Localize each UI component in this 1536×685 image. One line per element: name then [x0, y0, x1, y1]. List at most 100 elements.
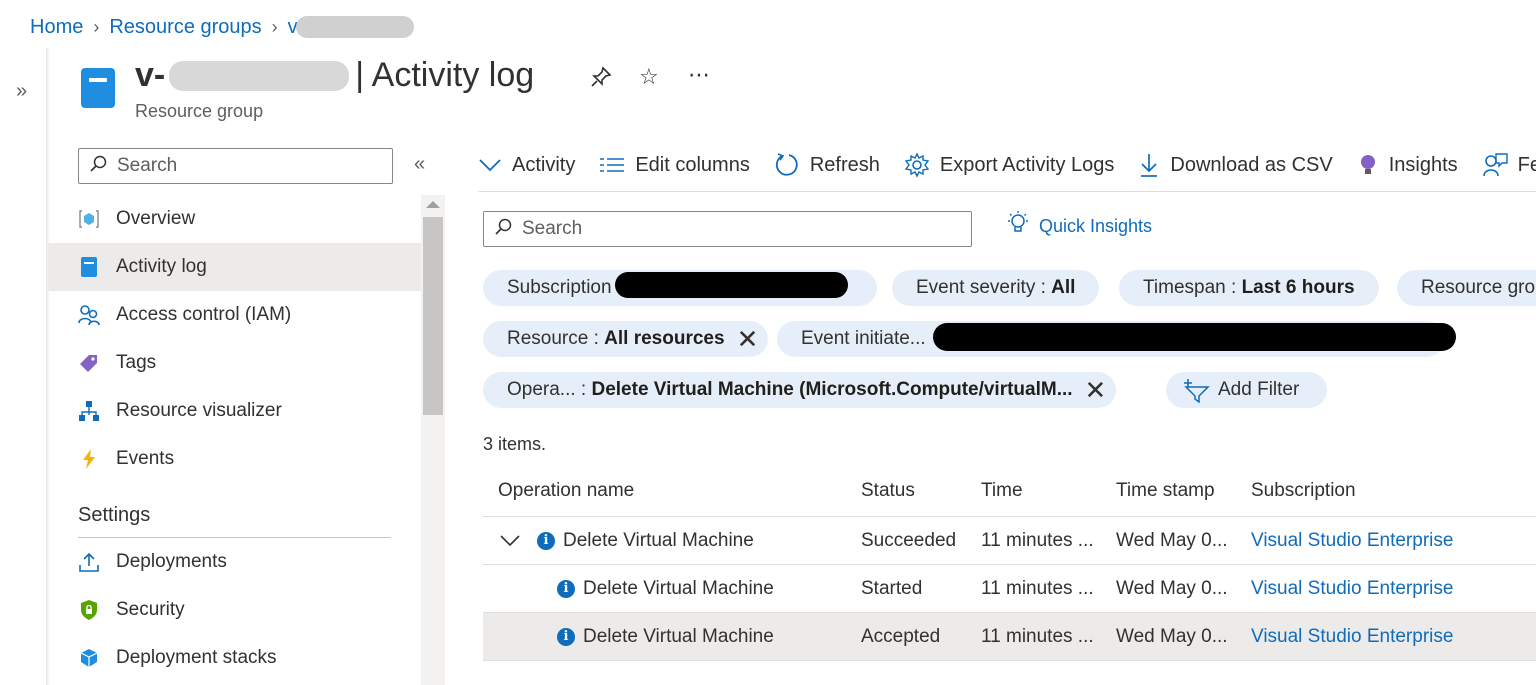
- time-cell: 11 minutes ...: [981, 625, 1094, 647]
- table-row[interactable]: i Delete Virtual Machine Accepted 11 min…: [483, 613, 1536, 661]
- info-icon: i: [557, 579, 575, 598]
- add-filter-icon: [1180, 377, 1210, 403]
- filter-resource-group[interactable]: Resource grou: [1397, 270, 1536, 306]
- operation-name[interactable]: Delete Virtual Machine: [583, 626, 774, 648]
- lightbulb-icon: [1357, 152, 1379, 178]
- sidebar-item-tags[interactable]: Tags: [48, 339, 421, 387]
- scroll-thumb[interactable]: [423, 217, 443, 415]
- time-cell: 11 minutes ...: [981, 529, 1094, 551]
- activity-button[interactable]: Activity: [478, 154, 575, 177]
- sidebar-item-label: Overview: [116, 208, 196, 229]
- activity-search-input[interactable]: [520, 217, 944, 241]
- feedback-icon: [1482, 152, 1508, 178]
- close-icon[interactable]: ✕: [1085, 377, 1107, 403]
- sidebar-item-security[interactable]: Security: [48, 586, 421, 634]
- timestamp-cell: Wed May 0...: [1116, 529, 1228, 551]
- edit-columns-label: Edit columns: [635, 153, 750, 176]
- search-icon: [89, 155, 107, 178]
- shield-icon: [78, 599, 100, 621]
- export-label: Export Activity Logs: [939, 153, 1115, 176]
- lightbulb-outline-icon: [1005, 210, 1031, 242]
- add-filter-button[interactable]: Add Filter: [1166, 372, 1328, 408]
- redacted-text: [295, 16, 414, 38]
- pin-icon[interactable]: [590, 66, 612, 94]
- filter-operation[interactable]: Opera... : Delete Virtual Machine (Micro…: [483, 372, 1117, 408]
- subscription-link[interactable]: Visual Studio Enterprise: [1251, 626, 1453, 647]
- column-header-timestamp[interactable]: Time stamp: [1116, 480, 1251, 502]
- download-csv-button[interactable]: Download as CSV: [1138, 152, 1333, 178]
- title-prefix: v-: [135, 56, 166, 94]
- columns-icon: [599, 155, 625, 175]
- activity-table: Operation name Status Time Time stamp Su…: [483, 466, 1536, 661]
- subscription-link[interactable]: Visual Studio Enterprise: [1251, 578, 1453, 599]
- page-subtitle: Resource group: [135, 101, 264, 121]
- table-row[interactable]: i Delete Virtual Machine Started 11 minu…: [483, 565, 1536, 613]
- sidebar-item-label: Activity log: [116, 256, 207, 277]
- refresh-button[interactable]: Refresh: [774, 152, 880, 178]
- collapse-menu-icon[interactable]: «: [414, 153, 425, 176]
- filter-label: Event severity :: [916, 277, 1046, 298]
- insights-button[interactable]: Insights: [1357, 152, 1458, 178]
- sidebar-item-label: Tags: [116, 352, 157, 373]
- filter-value: All resources: [604, 328, 725, 349]
- scroll-up-arrow-icon[interactable]: [426, 201, 440, 208]
- insights-label: Insights: [1388, 153, 1458, 176]
- star-icon[interactable]: ☆: [639, 64, 659, 90]
- table-row[interactable]: i Delete Virtual Machine Succeeded 11 mi…: [483, 517, 1536, 565]
- column-header-operation[interactable]: Operation name: [483, 480, 861, 502]
- filter-label: Opera... :: [507, 379, 587, 400]
- operation-name[interactable]: Delete Virtual Machine: [583, 578, 774, 600]
- activity-search: [483, 211, 972, 247]
- breadcrumb-home[interactable]: Home: [30, 16, 83, 39]
- sidebar-item-deployments[interactable]: Deployments: [48, 538, 421, 586]
- more-icon[interactable]: ⋯: [688, 62, 710, 88]
- sidebar-item-deployment-stacks[interactable]: Deployment stacks: [48, 634, 421, 682]
- operation-cell: i Delete Virtual Machine: [483, 530, 861, 552]
- column-header-subscription[interactable]: Subscription: [1251, 480, 1536, 502]
- breadcrumb-resource-groups[interactable]: Resource groups: [109, 16, 261, 39]
- sidebar-item-label: Security: [116, 599, 185, 620]
- sidebar-item-overview[interactable]: Overview: [48, 195, 421, 243]
- upload-icon: [78, 551, 100, 573]
- status-cell: Started: [861, 577, 923, 599]
- sidebar-item-events[interactable]: Events: [48, 435, 421, 483]
- settings-heading: Settings: [78, 504, 151, 526]
- chevron-down-icon[interactable]: [499, 534, 521, 548]
- sidebar-item-access-control[interactable]: Access control (IAM): [48, 291, 421, 339]
- subscription-link[interactable]: Visual Studio Enterprise: [1251, 530, 1453, 551]
- info-icon: i: [537, 531, 555, 550]
- iam-icon: [78, 304, 100, 326]
- refresh-label: Refresh: [809, 153, 880, 176]
- info-icon: i: [557, 627, 575, 646]
- filter-label: Resource grou: [1421, 277, 1536, 298]
- expand-menu-icon[interactable]: »: [16, 80, 27, 103]
- page-title: v- | Activity log: [135, 56, 534, 95]
- filter-resource[interactable]: Resource : All resources ✕: [483, 321, 769, 357]
- redacted-text: [615, 272, 848, 298]
- lightning-icon: [78, 448, 100, 470]
- timestamp-cell: Wed May 0...: [1116, 577, 1228, 599]
- filter-event-severity[interactable]: Event severity : All: [892, 270, 1100, 306]
- timestamp-cell: Wed May 0...: [1116, 625, 1228, 647]
- sidebar-item-activity-log[interactable]: Activity log: [48, 243, 421, 291]
- quick-insights-link[interactable]: Quick Insights: [1005, 210, 1152, 242]
- column-header-status[interactable]: Status: [861, 480, 981, 502]
- column-header-time[interactable]: Time: [981, 480, 1116, 502]
- add-filter-label: Add Filter: [1218, 379, 1300, 400]
- sidebar-nav: Overview Activity log Access control (IA…: [48, 195, 421, 682]
- gear-icon: [904, 152, 930, 178]
- redacted-text: [169, 60, 350, 91]
- export-activity-logs-button[interactable]: Export Activity Logs: [904, 152, 1115, 178]
- close-icon[interactable]: ✕: [737, 326, 759, 352]
- filter-timespan[interactable]: Timespan : Last 6 hours: [1119, 270, 1379, 306]
- items-count: 3 items.: [483, 434, 547, 454]
- status-cell: Accepted: [861, 625, 941, 647]
- collapsed-menu-strip: [0, 48, 46, 685]
- sidebar-scrollbar[interactable]: [421, 195, 445, 685]
- sidebar-search-input[interactable]: [115, 154, 379, 178]
- sidebar-item-resource-visualizer[interactable]: Resource visualizer: [48, 387, 421, 435]
- edit-columns-button[interactable]: Edit columns: [599, 154, 750, 177]
- time-cell: 11 minutes ...: [981, 577, 1094, 599]
- feedback-button[interactable]: Fee: [1482, 152, 1536, 178]
- operation-name[interactable]: Delete Virtual Machine: [563, 530, 754, 552]
